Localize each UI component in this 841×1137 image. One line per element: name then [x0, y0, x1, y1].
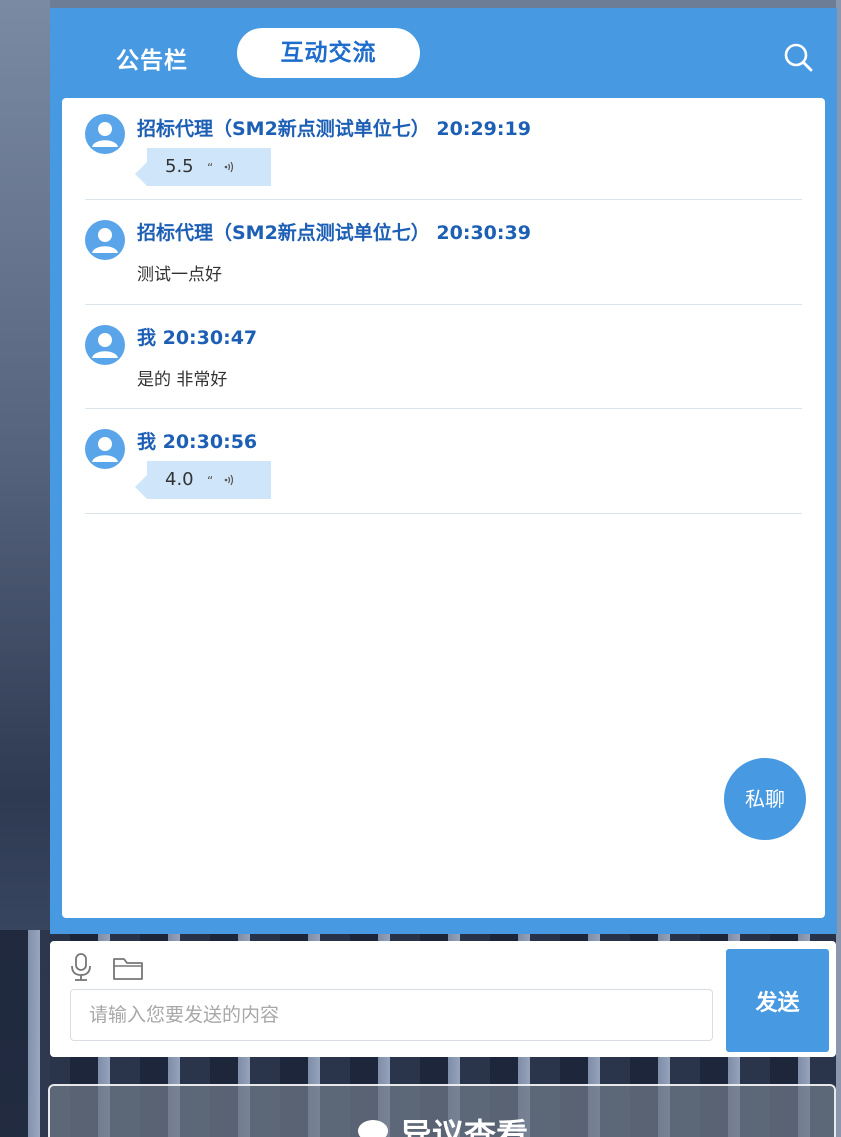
- message-sender: 我 20:30:47: [137, 327, 258, 349]
- send-button[interactable]: 发送: [726, 949, 829, 1052]
- background-left: [0, 0, 50, 1137]
- avatar-icon: [85, 114, 125, 154]
- folder-icon[interactable]: [112, 955, 144, 981]
- private-chat-button[interactable]: 私聊: [724, 758, 806, 840]
- search-icon[interactable]: [783, 42, 813, 72]
- list-item: 招标代理（SM2新点测试单位七） 20:29:19 5.5 “: [85, 98, 802, 200]
- message-text: 是的 非常好: [137, 370, 228, 390]
- microphone-icon[interactable]: [70, 953, 92, 981]
- avatar-icon: [85, 325, 125, 365]
- list-item: 我 20:30:56 4.0 “: [85, 409, 802, 514]
- objection-label: 异议查看: [399, 1116, 528, 1137]
- voice-message[interactable]: 4.0 “: [135, 461, 271, 499]
- chat-panel: 公告栏 互动交流 招标代理（SM2新点测试单位七） 20:29:19 5.5 “: [50, 8, 837, 934]
- message-input[interactable]: [70, 989, 713, 1041]
- voice-wave-icon: “: [207, 474, 234, 487]
- message-sender: 招标代理（SM2新点测试单位七） 20:30:39: [137, 222, 531, 244]
- avatar-icon: [85, 220, 125, 260]
- message-sender: 招标代理（SM2新点测试单位七） 20:29:19: [137, 118, 531, 140]
- message-list[interactable]: 招标代理（SM2新点测试单位七） 20:29:19 5.5 “ 招标代理（SM2…: [62, 98, 825, 918]
- voice-message[interactable]: 5.5 “: [135, 148, 271, 186]
- message-sender: 我 20:30:56: [137, 431, 258, 453]
- voice-wave-icon: “: [207, 161, 234, 174]
- list-item: 我 20:30:47 是的 非常好: [85, 305, 802, 409]
- tab-bar: 公告栏 互动交流: [50, 8, 837, 98]
- tab-notice-board[interactable]: 公告栏: [116, 41, 188, 75]
- list-item: 招标代理（SM2新点测试单位七） 20:30:39 测试一点好: [85, 200, 802, 305]
- svg-text:“: “: [207, 161, 213, 174]
- objection-view-button[interactable]: 异议查看: [48, 1084, 836, 1137]
- message-composer: 发送: [50, 941, 836, 1057]
- tab-interaction[interactable]: 互动交流: [237, 28, 420, 78]
- avatar-icon: [85, 429, 125, 469]
- voice-duration: 4.0: [165, 469, 194, 490]
- voice-duration: 5.5: [165, 156, 194, 177]
- svg-text:“: “: [207, 474, 213, 487]
- chat-bubble-icon: [357, 1120, 388, 1137]
- message-text: 测试一点好: [137, 265, 222, 285]
